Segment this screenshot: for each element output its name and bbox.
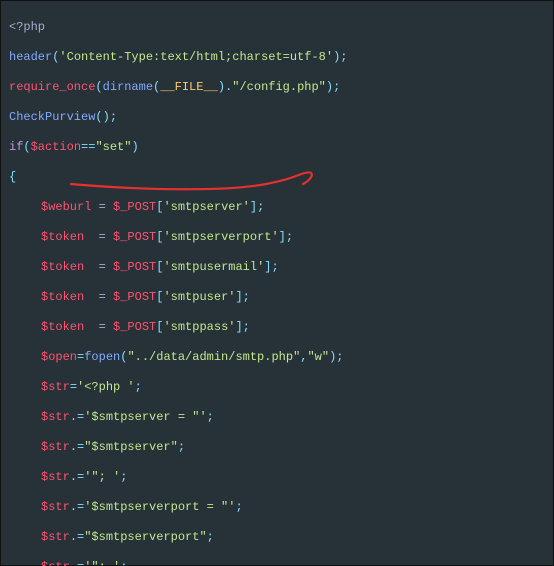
kw-require: require_once [9, 80, 95, 94]
code-line: $str.="$smtpserver"; [9, 440, 545, 455]
var-open: $open [41, 350, 77, 364]
op-eq: == [81, 140, 95, 154]
var-post: $_POST [113, 200, 156, 214]
code-line: { [9, 170, 545, 185]
fn-dirname: dirname [103, 80, 153, 94]
brace-open: { [9, 170, 16, 184]
code-line: $token = $_POST['smtpserverport']; [9, 230, 545, 245]
str: 'smtpuser' [163, 290, 235, 304]
code-line: $str.='"; '; [9, 560, 545, 566]
str: "$smtpserver" [84, 440, 178, 454]
str: '$smtpserver = "' [84, 410, 206, 424]
var: $token [41, 290, 84, 304]
op: .= [70, 530, 84, 544]
code-line: $token = $_POST['smtpusermail']; [9, 260, 545, 275]
op: .= [70, 440, 84, 454]
str: "$smtpserverport" [84, 530, 206, 544]
str: 'Content-Type:text/html;charset=utf-8' [59, 50, 333, 64]
op: .= [70, 470, 84, 484]
code-line: require_once(dirname(__FILE__)."/config.… [9, 80, 545, 95]
str: "set" [95, 140, 131, 154]
op: .= [70, 560, 84, 566]
str: 'smtppass' [163, 320, 235, 334]
var-post: $_POST [113, 230, 156, 244]
var-post: $_POST [113, 320, 156, 334]
var: $str [41, 470, 70, 484]
str: '<?php ' [77, 380, 135, 394]
kw-if: if [9, 140, 23, 154]
fn-header: header [9, 50, 52, 64]
var-action: $action [31, 140, 81, 154]
var: $str [41, 380, 70, 394]
op: = [70, 380, 77, 394]
var-post: $_POST [113, 290, 156, 304]
op: .= [70, 500, 84, 514]
str: "/config.php" [232, 80, 326, 94]
str: 'smtpserverport' [163, 230, 278, 244]
var: $str [41, 530, 70, 544]
code-line: $open=fopen("../data/admin/smtp.php","w"… [9, 350, 545, 365]
code-line: CheckPurview(); [9, 110, 545, 125]
str-path: "../data/admin/smtp.php" [127, 350, 300, 364]
var: $str [41, 500, 70, 514]
code-line: $weburl = $_POST['smtpserver']; [9, 200, 545, 215]
code-line: if($action=="set") [9, 140, 545, 155]
str: '"; ' [84, 560, 120, 566]
var: $token [41, 320, 84, 334]
str: 'smtpserver' [163, 200, 249, 214]
code-line: $str.='$smtpserverport = "'; [9, 500, 545, 515]
code-line: $token = $_POST['smtppass']; [9, 320, 545, 335]
op: .= [70, 410, 84, 424]
var: $weburl [41, 200, 91, 214]
var: $str [41, 440, 70, 454]
php-open-tag: <?php [9, 20, 45, 34]
fn-checkpurview: CheckPurview [9, 110, 95, 124]
str: 'smtpusermail' [163, 260, 264, 274]
fn-fopen: fopen [84, 350, 120, 364]
str: '$smtpserverport = "' [84, 500, 235, 514]
var: $token [41, 260, 84, 274]
code-line: $str.='$smtpserver = "'; [9, 410, 545, 425]
var: $str [41, 560, 70, 566]
code-line: <?php [9, 20, 545, 35]
var-post: $_POST [113, 260, 156, 274]
str-mode: "w" [307, 350, 329, 364]
code-line: $str.='"; '; [9, 470, 545, 485]
var: $str [41, 410, 70, 424]
var: $token [41, 230, 84, 244]
code-line: $str.="$smtpserverport"; [9, 530, 545, 545]
str: '"; ' [84, 470, 120, 484]
code-editor[interactable]: <?php header('Content-Type:text/html;cha… [0, 0, 554, 566]
code-line: header('Content-Type:text/html;charset=u… [9, 50, 545, 65]
code-line: $token = $_POST['smtpuser']; [9, 290, 545, 305]
code-line: $str='<?php '; [9, 380, 545, 395]
const-file: __FILE__ [160, 80, 218, 94]
